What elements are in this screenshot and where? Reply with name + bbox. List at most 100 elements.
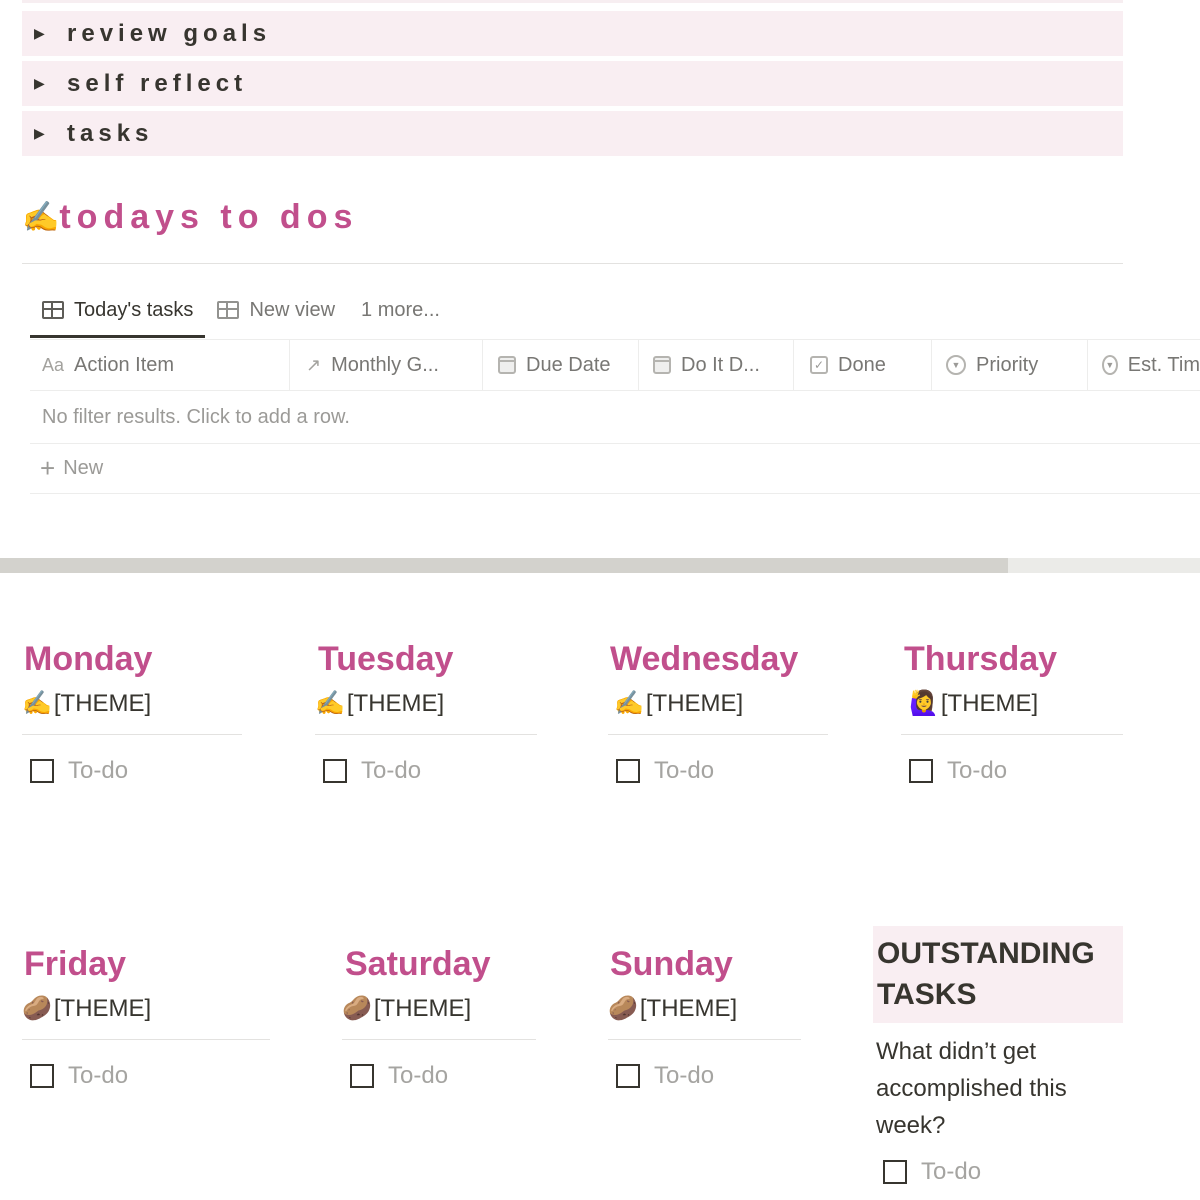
theme-text: [THEME] — [645, 689, 744, 717]
column-due-date[interactable]: Due Date — [483, 340, 639, 390]
divider — [22, 1039, 270, 1040]
more-views-button[interactable]: 1 more... — [347, 290, 452, 330]
column-do-it-date[interactable]: Do It D... — [639, 340, 794, 390]
toggle-review-goals[interactable]: ▶ review goals — [22, 11, 1123, 56]
potato-icon: 🥔 — [22, 995, 52, 1022]
toggle-tasks[interactable]: ▶ tasks — [22, 111, 1123, 156]
potato-icon: 🥔 — [342, 995, 372, 1022]
writing-hand-icon: ✍️ — [22, 200, 60, 234]
tab-label: New view — [249, 298, 336, 321]
outstanding-question: What didn’t get accomplished this week? — [876, 1038, 1067, 1139]
outstanding-tasks-section: OUTSTANDING TASKS What didn’t get accomp… — [873, 926, 1123, 1186]
tab-label: Today's tasks — [74, 298, 194, 321]
column-label: Done — [838, 353, 886, 376]
toggle-triangle-icon[interactable]: ▶ — [34, 125, 54, 142]
divider — [608, 734, 828, 735]
heading-text: todays to dos — [59, 198, 359, 236]
day-heading: Wednesday — [610, 640, 799, 678]
day-theme: 🥔 [THEME] — [608, 994, 801, 1023]
day-theme: ✍️ [THEME] — [315, 689, 537, 718]
todo-item[interactable]: To-do — [350, 1062, 536, 1090]
column-label: Action Item — [74, 353, 175, 376]
todo-placeholder: To-do — [654, 757, 715, 784]
theme-text: [THEME] — [639, 994, 738, 1022]
theme-text: [THEME] — [373, 994, 472, 1022]
day-column-tuesday: Tuesday ✍️ [THEME] To-do — [315, 640, 537, 785]
day-column-sunday: Sunday 🥔 [THEME] To-do — [608, 945, 801, 1090]
checkbox[interactable] — [909, 759, 933, 783]
empty-table-message[interactable]: No filter results. Click to add a row. — [30, 391, 1200, 444]
todo-placeholder: To-do — [388, 1062, 449, 1089]
add-new-row-button[interactable]: + New — [30, 444, 1200, 494]
toggle-label: tasks — [67, 119, 154, 147]
select-property-icon: ▼ — [1102, 355, 1118, 375]
column-label: Priority — [976, 353, 1039, 376]
plus-icon: + — [40, 453, 56, 483]
theme-text: [THEME] — [53, 994, 152, 1022]
todo-item[interactable]: To-do — [30, 757, 242, 785]
column-monthly-goals[interactable]: ↗ Monthly G... — [290, 340, 483, 390]
day-column-saturday: Saturday 🥔 [THEME] To-do — [342, 945, 536, 1090]
todo-item[interactable]: To-do — [616, 1062, 801, 1090]
todo-item[interactable]: To-do — [323, 757, 537, 785]
todo-placeholder: To-do — [68, 757, 129, 784]
day-column-thursday: Thursday 🙋‍♀️ [THEME] To-do — [901, 640, 1123, 785]
day-heading: Thursday — [904, 640, 1058, 678]
toggle-label: review goals — [67, 19, 272, 47]
divider — [901, 734, 1123, 735]
calendar-icon — [653, 356, 671, 374]
day-column-monday: Monday ✍️ [THEME] To-do — [22, 640, 242, 785]
column-label: Monthly G... — [331, 353, 439, 376]
column-est-time[interactable]: ▼ Est. Tim — [1088, 340, 1200, 390]
toggle-triangle-icon[interactable]: ▶ — [34, 25, 54, 42]
tab-todays-tasks[interactable]: Today's tasks — [30, 290, 206, 338]
checkbox[interactable] — [350, 1064, 374, 1088]
writing-hand-icon: ✍️ — [315, 690, 345, 717]
divider — [22, 263, 1123, 264]
todo-placeholder: To-do — [68, 1062, 129, 1089]
day-heading: Sunday — [610, 945, 733, 983]
day-heading: Tuesday — [318, 640, 454, 678]
day-heading: Monday — [24, 640, 153, 678]
potato-icon: 🥔 — [608, 995, 638, 1022]
column-label: Do It D... — [681, 353, 760, 376]
column-done[interactable]: ✓ Done — [794, 340, 932, 390]
checkbox[interactable] — [30, 1064, 54, 1088]
toggle-triangle-icon[interactable]: ▶ — [34, 75, 54, 92]
theme-text: [THEME] — [53, 689, 152, 717]
writing-hand-icon: ✍️ — [614, 690, 644, 717]
day-heading: Friday — [24, 945, 127, 983]
day-theme: ✍️ [THEME] — [608, 689, 828, 718]
checkbox[interactable] — [616, 759, 640, 783]
todo-item[interactable]: To-do — [30, 1062, 270, 1090]
toggle-self-reflect[interactable]: ▶ self reflect — [22, 61, 1123, 106]
todo-placeholder: To-do — [947, 757, 1008, 784]
column-label: Due Date — [526, 353, 611, 376]
tab-new-view[interactable]: New view — [205, 290, 347, 330]
theme-text: [THEME] — [940, 689, 1039, 717]
todo-item[interactable]: To-do — [616, 757, 828, 785]
todo-item[interactable]: To-do — [883, 1158, 1123, 1186]
calendar-icon — [498, 356, 516, 374]
table-icon — [42, 301, 64, 319]
column-priority[interactable]: ▼ Priority — [932, 340, 1088, 390]
day-theme: 🥔 [THEME] — [342, 994, 536, 1023]
writing-hand-icon: ✍️ — [22, 690, 52, 717]
divider — [608, 1039, 801, 1040]
previous-block-edge — [22, 0, 1123, 3]
divider — [22, 734, 242, 735]
scrollbar-thumb[interactable] — [0, 558, 1008, 573]
day-column-wednesday: Wednesday ✍️ [THEME] To-do — [608, 640, 828, 785]
column-label: Est. Tim — [1127, 353, 1200, 376]
checkbox[interactable] — [883, 1160, 907, 1184]
column-action-item[interactable]: Aa Action Item — [30, 340, 290, 390]
todays-todos-heading: ✍️ todays to dos — [22, 198, 358, 237]
todo-item[interactable]: To-do — [909, 757, 1123, 785]
checkbox[interactable] — [323, 759, 347, 783]
person-raising-hand-icon: 🙋‍♀️ — [909, 690, 939, 717]
horizontal-scrollbar[interactable] — [0, 558, 1200, 573]
divider — [342, 1039, 536, 1040]
checkbox[interactable] — [616, 1064, 640, 1088]
new-label: New — [63, 457, 104, 479]
checkbox[interactable] — [30, 759, 54, 783]
